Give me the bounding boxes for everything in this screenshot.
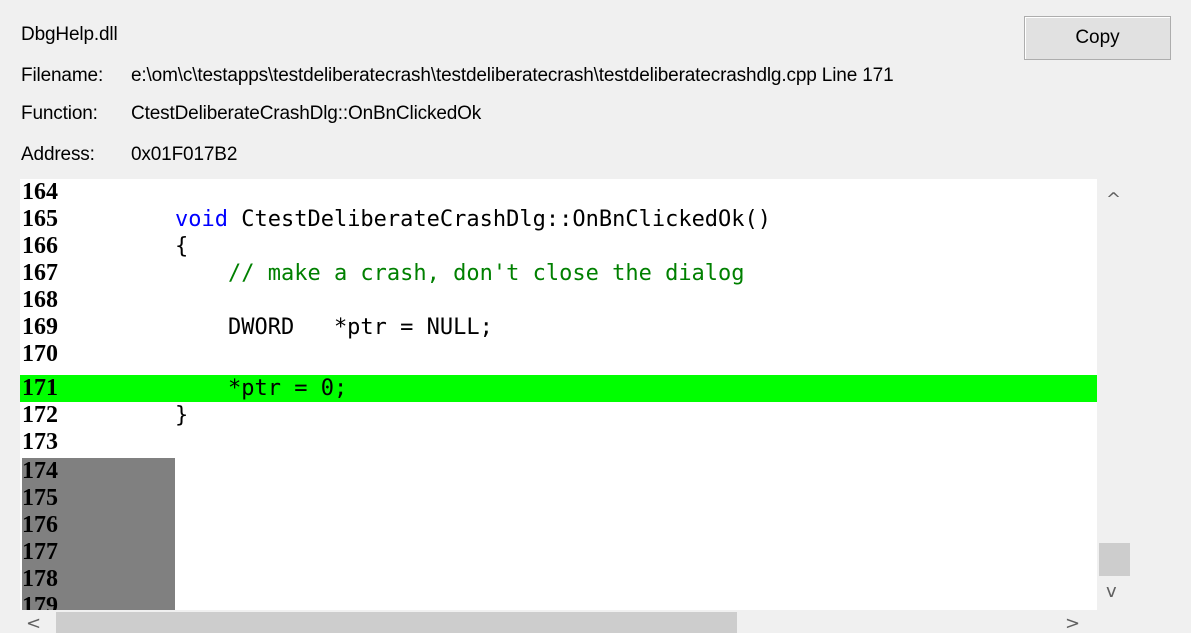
line-number: 171 xyxy=(22,375,58,401)
scroll-down-icon[interactable]: v xyxy=(1106,583,1117,601)
line-number: 179 xyxy=(22,593,175,610)
function-row: Function: CtestDeliberateCrashDlg::OnBnCl… xyxy=(21,102,481,126)
code-row-167: 167 // make a crash, don't close the dia… xyxy=(20,260,1097,287)
code-text: } xyxy=(175,403,189,428)
line-number: 170 xyxy=(22,341,58,367)
line-number: 174 xyxy=(22,458,175,485)
scroll-left-icon[interactable]: < xyxy=(26,615,41,633)
crash-dialog: DbgHelp.dll Filename: e:\om\c\testapps\te… xyxy=(0,0,1191,633)
code-text: *ptr = 0; xyxy=(175,376,348,401)
code-text: void CtestDeliberateCrashDlg::OnBnClicke… xyxy=(175,206,771,233)
code-row-174: 174 xyxy=(20,458,1097,485)
filename-label: Filename: xyxy=(21,65,104,86)
line-number: 175 xyxy=(22,485,175,512)
dll-name: DbgHelp.dll xyxy=(21,24,118,45)
line-number: 164 xyxy=(22,179,58,205)
address-value: 0x01F017B2 xyxy=(131,144,238,165)
code-row-179: 179 xyxy=(20,593,1097,610)
function-value: CtestDeliberateCrashDlg::OnBnClickedOk xyxy=(131,103,482,124)
code-comment: // make a crash, don't close the dialog xyxy=(175,261,745,286)
function-label: Function: xyxy=(21,103,98,124)
code-text: { xyxy=(175,234,189,259)
line-number: 178 xyxy=(22,566,175,593)
copy-button[interactable]: Copy xyxy=(1024,16,1171,60)
source-code-view[interactable]: 164 165 void CtestDeliberateCrashDlg::On… xyxy=(19,179,1097,610)
horizontal-scroll-thumb[interactable] xyxy=(56,612,737,633)
code-row-176: 176 xyxy=(20,512,1097,539)
function-signature: CtestDeliberateCrashDlg::OnBnClickedOk() xyxy=(227,207,772,232)
code-row-172: 172 } xyxy=(20,402,1097,429)
code-row-173: 173 xyxy=(20,429,1097,456)
filename-row: Filename: e:\om\c\testapps\testdeliberate… xyxy=(21,64,894,88)
address-label: Address: xyxy=(21,144,95,165)
vertical-scroll-thumb[interactable] xyxy=(1099,543,1130,576)
line-number: 169 xyxy=(22,314,58,340)
code-row-168: 168 xyxy=(20,287,1097,314)
code-row-170: 170 xyxy=(20,341,1097,368)
scroll-right-icon[interactable]: > xyxy=(1065,615,1080,633)
filename-value: e:\om\c\testapps\testdeliberatecrash\tes… xyxy=(131,65,894,86)
code-row-177: 177 xyxy=(20,539,1097,566)
line-number: 176 xyxy=(22,512,175,539)
code-row-169: 169 DWORD *ptr = NULL; xyxy=(20,314,1097,341)
line-number: 166 xyxy=(22,233,58,259)
code-row-171-highlighted: 171 *ptr = 0; xyxy=(20,375,1097,402)
code-row-165: 165 void CtestDeliberateCrashDlg::OnBnCl… xyxy=(20,206,1097,233)
line-number: 167 xyxy=(22,260,58,286)
code-row-175: 175 xyxy=(20,485,1097,512)
line-number: 168 xyxy=(22,287,58,313)
keyword-void: void xyxy=(175,207,228,232)
scroll-up-icon[interactable]: ^ xyxy=(1106,191,1121,209)
address-row: Address: 0x01F017B2 xyxy=(21,143,237,167)
line-number: 172 xyxy=(22,402,58,428)
code-text: DWORD *ptr = NULL; xyxy=(175,315,493,340)
line-number: 165 xyxy=(22,206,58,232)
line-number: 173 xyxy=(22,429,58,455)
line-number: 177 xyxy=(22,539,175,566)
code-row-164: 164 xyxy=(20,179,1097,206)
code-row-178: 178 xyxy=(20,566,1097,593)
code-row-166: 166 { xyxy=(20,233,1097,260)
